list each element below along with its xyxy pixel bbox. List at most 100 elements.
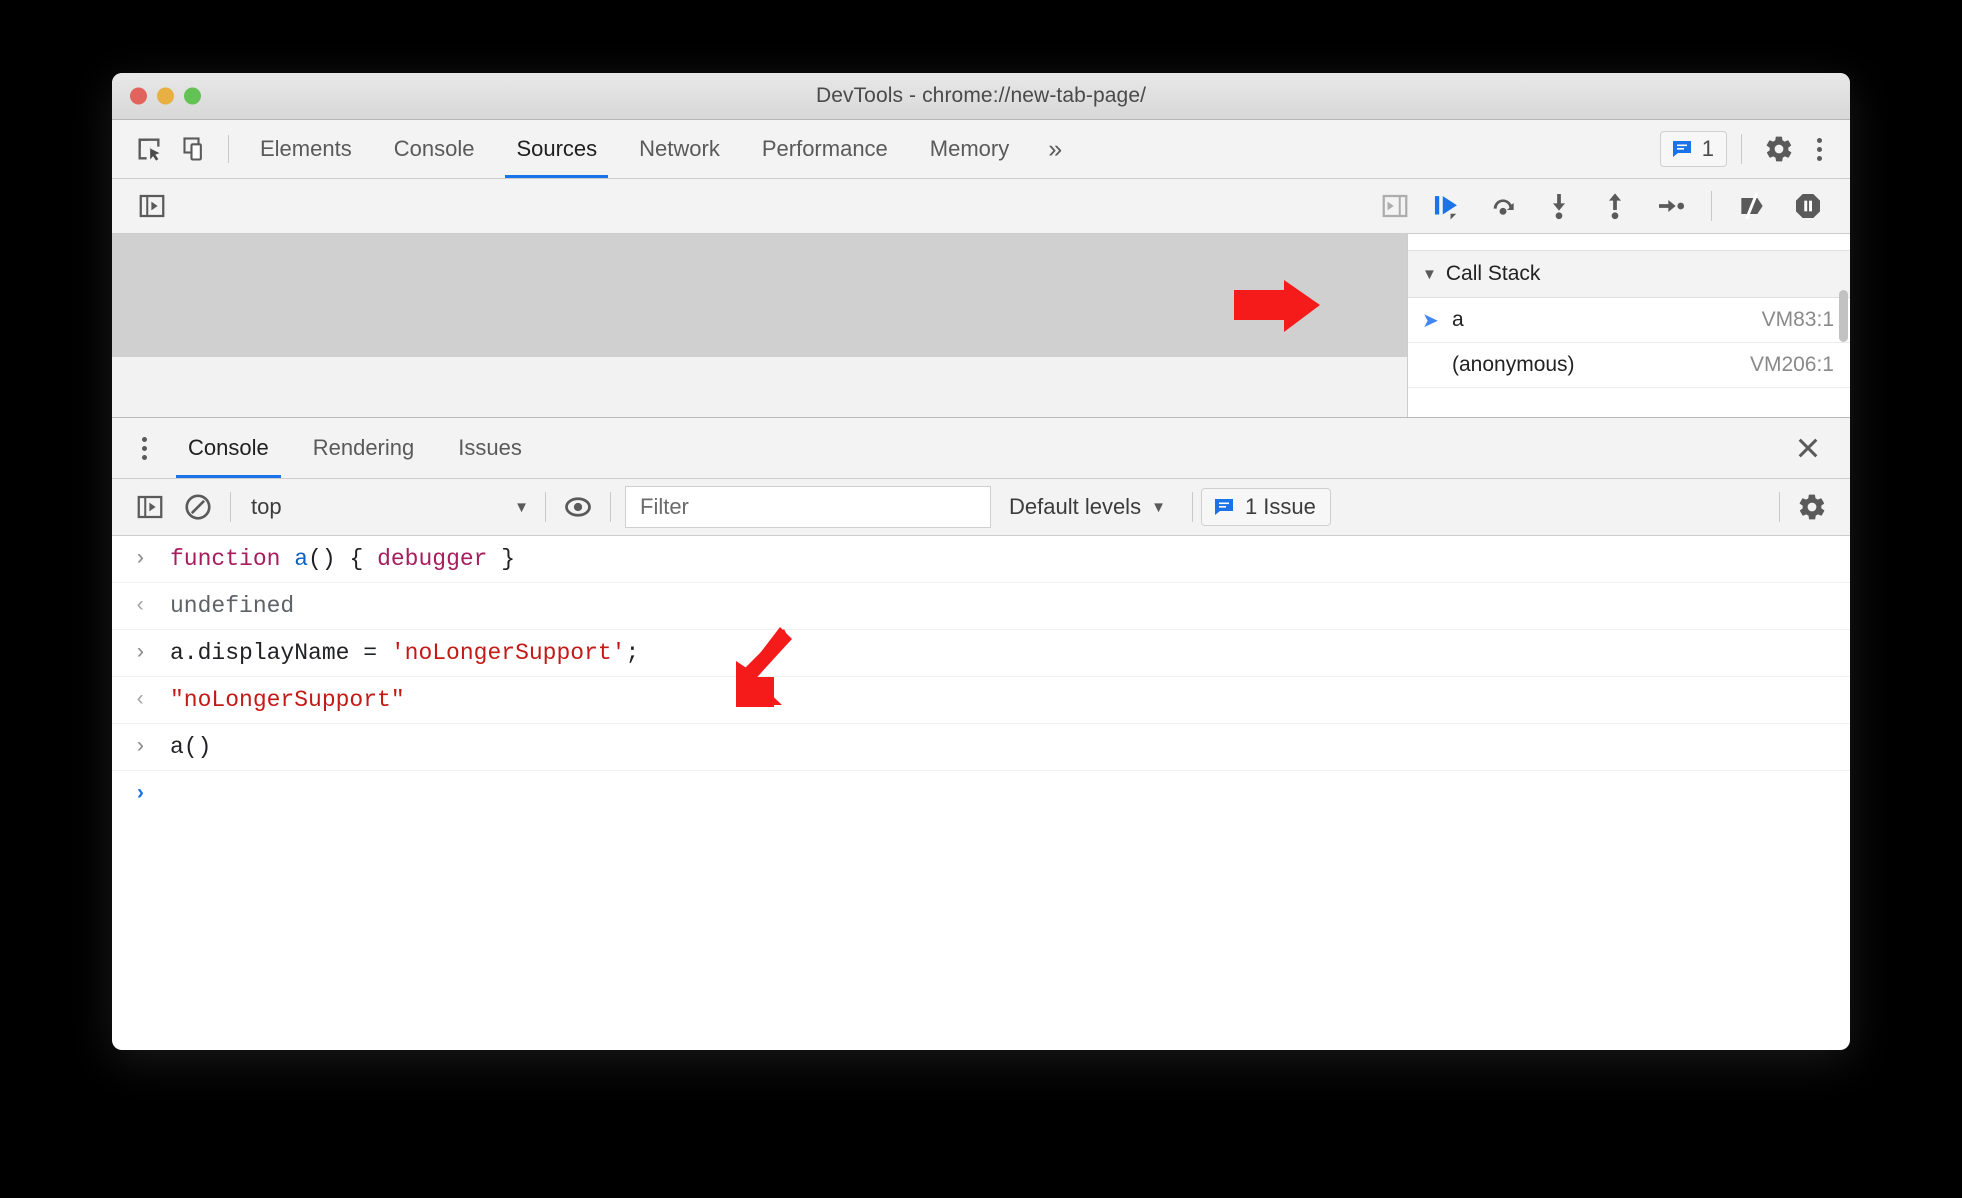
tab-label: Memory	[929, 136, 1010, 161]
resume-icon	[1434, 196, 1457, 220]
call-stack-section-header[interactable]: ▼ Call Stack	[1408, 251, 1850, 298]
pause-on-exceptions-button[interactable]	[1782, 183, 1834, 229]
output-marker-icon: ‹	[134, 688, 147, 712]
current-frame-arrow-icon: ➤	[1422, 309, 1439, 332]
tab-network[interactable]: Network	[618, 120, 741, 178]
devtools-window: DevTools - chrome://new-tab-page/ Elemen…	[112, 73, 1850, 1050]
more-tabs-button[interactable]: »	[1030, 135, 1080, 164]
close-drawer-button[interactable]	[1778, 418, 1838, 478]
prompt-marker-icon: ›	[134, 782, 147, 806]
main-tabstrip: Elements Console Sources Network Perform…	[112, 120, 1850, 179]
console-prompt-line[interactable]: ›	[112, 771, 1850, 817]
token-plain: ;	[625, 640, 640, 666]
console-line-call-a[interactable]: › a()	[112, 724, 1850, 771]
console-filter-toolbar: top ▼ Filter Default levels ▼ 1 Issue	[112, 479, 1850, 536]
execution-context-selector[interactable]: top ▼	[239, 494, 537, 520]
toolbar-divider	[1741, 134, 1742, 164]
issues-message-icon	[1672, 141, 1691, 157]
create-live-expression-button[interactable]	[554, 484, 602, 530]
console-line-function-decl[interactable]: › function a() { debugger }	[112, 536, 1850, 583]
console-sidebar-toggle-button[interactable]	[126, 484, 174, 530]
show-navigator-button[interactable]	[126, 183, 178, 229]
drawer-menu-button[interactable]	[122, 426, 166, 470]
kebab-menu-icon	[1816, 137, 1822, 143]
deactivate-breakpoints-button[interactable]	[1726, 183, 1778, 229]
main-menu-button[interactable]	[1802, 129, 1836, 169]
issues-count-label: 1	[1701, 136, 1714, 161]
step-into-next-function-call-button[interactable]	[1533, 183, 1585, 229]
show-debugger-icon	[1382, 194, 1408, 218]
console-line-text: a()	[170, 734, 212, 760]
console-line-displayname[interactable]: › a.displayName = 'noLongerSupport';	[112, 630, 1850, 677]
panel-tabs: Elements Console Sources Network Perform…	[239, 120, 1080, 178]
drawer-tab-rendering[interactable]: Rendering	[291, 418, 437, 478]
log-levels-label: Default levels	[1009, 494, 1142, 519]
console-filter-input[interactable]: Filter	[625, 486, 991, 528]
tab-elements[interactable]: Elements	[239, 120, 373, 178]
clear-console-icon	[185, 494, 211, 520]
close-icon	[1798, 438, 1818, 458]
token-keyword: debugger	[377, 546, 488, 572]
drawer-tab-label: Rendering	[312, 435, 415, 460]
pause-on-exceptions-icon	[1796, 194, 1820, 218]
issues-counter-button[interactable]: 1	[1659, 131, 1727, 167]
step-out-icon	[1609, 193, 1621, 220]
console-line-text: a.displayName = 'noLongerSupport';	[170, 640, 639, 666]
sources-toolbar	[112, 179, 1850, 234]
drawer-tab-console[interactable]: Console	[166, 418, 291, 478]
step-over-next-function-call-button[interactable]	[1477, 183, 1529, 229]
call-stack-title: Call Stack	[1445, 262, 1541, 285]
tab-label: Network	[639, 136, 720, 161]
source-editor-pane[interactable]	[112, 234, 1408, 417]
step-icon	[1659, 200, 1685, 212]
console-line-undefined[interactable]: ‹ undefined	[112, 583, 1850, 630]
console-filter-placeholder: Filter	[640, 494, 689, 519]
step-over-icon	[1493, 199, 1514, 215]
execution-context-value: top	[251, 494, 282, 519]
clear-console-button[interactable]	[174, 484, 222, 530]
tab-label: Console	[393, 136, 475, 161]
inspect-element-icon	[138, 138, 160, 161]
sources-body: Global window ▼ Call Stack ➤ a VM83:1 (a…	[112, 234, 1850, 417]
show-debugger-sidebar-button[interactable]	[1369, 183, 1421, 229]
step-button[interactable]	[1645, 183, 1697, 229]
debugger-sidebar-scrollbar[interactable]	[1839, 290, 1848, 342]
resume-script-execution-button[interactable]	[1421, 183, 1473, 229]
tab-performance[interactable]: Performance	[741, 120, 909, 178]
kebab-menu-icon	[141, 436, 147, 442]
show-navigator-icon	[139, 194, 165, 218]
drawer-tab-issues[interactable]: Issues	[436, 418, 544, 478]
frame-name: (anonymous)	[1452, 353, 1575, 376]
console-issues-button[interactable]: 1 Issue	[1200, 488, 1331, 526]
screenshot-root: DevTools - chrome://new-tab-page/ Elemen…	[0, 0, 1962, 1198]
inspect-element-button[interactable]	[126, 126, 172, 172]
console-toolbar-actions	[1771, 484, 1850, 530]
frame-name: a	[1452, 308, 1464, 331]
tab-console[interactable]: Console	[373, 120, 496, 178]
output-marker-icon: ‹	[134, 594, 147, 618]
token-keyword: function	[170, 546, 295, 572]
toggle-device-toolbar-button[interactable]	[172, 126, 218, 172]
console-output[interactable]: › function a() { debugger } ‹ undefined …	[112, 536, 1850, 956]
tab-sources[interactable]: Sources	[495, 120, 618, 178]
tab-memory[interactable]: Memory	[909, 120, 1030, 178]
toolbar-divider	[545, 492, 546, 522]
step-out-of-current-function-button[interactable]	[1589, 183, 1641, 229]
console-issues-label: 1 Issue	[1244, 494, 1316, 519]
console-line-result-string[interactable]: ‹ "noLongerSupport"	[112, 677, 1850, 724]
call-stack-frame-a[interactable]: ➤ a VM83:1	[1408, 298, 1850, 343]
call-stack-frame-anonymous[interactable]: (anonymous) VM206:1	[1408, 343, 1850, 388]
step-into-icon	[1553, 194, 1565, 220]
console-settings-button[interactable]	[1788, 484, 1836, 530]
log-levels-selector[interactable]: Default levels ▼	[991, 494, 1184, 520]
settings-button[interactable]	[1756, 126, 1802, 172]
input-marker-icon: ›	[134, 735, 147, 759]
token-string: 'noLongerSupport'	[390, 640, 626, 666]
console-line-text: undefined	[170, 593, 295, 619]
chevron-double-right-icon: »	[1048, 134, 1063, 163]
toolbar-divider	[1191, 492, 1193, 522]
console-sidebar-icon	[137, 495, 163, 519]
toolbar-divider	[230, 492, 231, 522]
toolbar-divider	[610, 492, 611, 522]
editor-empty-area	[112, 234, 1407, 357]
